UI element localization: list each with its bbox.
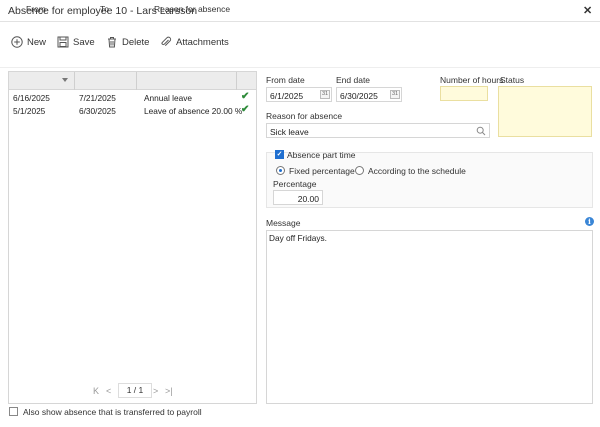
- attachments-button[interactable]: Attachments: [160, 35, 229, 49]
- attachments-button-label: Attachments: [176, 36, 229, 48]
- schedule-label: According to the schedule: [368, 166, 466, 176]
- prev-page-icon[interactable]: <: [106, 386, 111, 396]
- schedule-radio[interactable]: [355, 166, 364, 175]
- message-label: Message: [266, 218, 301, 228]
- row-reason: Annual leave: [144, 93, 192, 103]
- message-text: Day off Fridays.: [269, 233, 327, 243]
- checkmark-icon: ✔: [241, 91, 250, 102]
- next-page-icon[interactable]: >: [153, 386, 158, 396]
- column-divider: [136, 72, 137, 90]
- status-label: Status: [500, 75, 525, 85]
- search-icon[interactable]: [476, 126, 486, 136]
- save-button[interactable]: Save: [57, 35, 95, 49]
- reason-input[interactable]: Sick leave: [266, 123, 490, 138]
- reason-label: Reason for absence: [266, 111, 343, 121]
- row-reason: Leave of absence 20.00 %: [144, 106, 243, 116]
- hours-label: Number of hours: [440, 75, 504, 85]
- trash-icon: [108, 37, 116, 48]
- delete-button-label: Delete: [122, 36, 150, 48]
- row-to: 6/30/2025: [79, 106, 116, 116]
- fixed-percentage-radio[interactable]: [276, 166, 285, 175]
- percentage-input[interactable]: 20.00: [273, 190, 323, 205]
- transfer-checkbox-label: Also show absence that is transferred to…: [23, 407, 202, 417]
- row-from: 5/1/2025: [13, 106, 46, 116]
- row-to: 7/21/2025: [79, 93, 116, 103]
- sort-down-icon[interactable]: [62, 78, 68, 82]
- page-indicator[interactable]: 1 / 1: [118, 383, 152, 398]
- part-time-checkbox[interactable]: ✓: [275, 150, 284, 159]
- close-icon[interactable]: ✕: [583, 4, 592, 17]
- column-divider: [236, 72, 237, 90]
- absence-grid: [8, 71, 257, 404]
- plus-circle-icon: [11, 36, 23, 48]
- new-button[interactable]: New: [11, 35, 46, 49]
- column-divider: [74, 72, 75, 90]
- from-date-label: From date: [266, 75, 305, 85]
- delete-button[interactable]: Delete: [106, 35, 149, 49]
- calendar-icon[interactable]: 31: [390, 90, 400, 99]
- hours-input[interactable]: [440, 86, 488, 101]
- percentage-label: Percentage: [273, 179, 317, 189]
- calendar-icon[interactable]: 31: [320, 90, 330, 99]
- new-button-label: New: [27, 36, 47, 48]
- paperclip-icon: [161, 36, 172, 46]
- message-textarea[interactable]: [266, 230, 593, 404]
- checkmark-icon: ✔: [241, 104, 250, 115]
- column-header-reason[interactable]: Reason for absence: [154, 4, 230, 14]
- transfer-checkbox[interactable]: [9, 407, 18, 416]
- grid-header: [9, 72, 256, 90]
- fixed-percentage-label: Fixed percentage: [289, 166, 355, 176]
- save-button-label: Save: [73, 36, 95, 48]
- info-icon[interactable]: i: [585, 217, 594, 226]
- first-page-icon[interactable]: K: [93, 386, 99, 396]
- row-from: 6/16/2025: [13, 93, 50, 103]
- last-page-icon[interactable]: >|: [165, 386, 173, 396]
- floppy-disk-icon: [57, 36, 69, 48]
- status-field: [498, 86, 592, 137]
- column-header-to[interactable]: To: [100, 4, 109, 14]
- column-header-from[interactable]: From: [26, 4, 46, 14]
- part-time-label: Absence part time: [287, 150, 356, 160]
- end-date-label: End date: [336, 75, 371, 85]
